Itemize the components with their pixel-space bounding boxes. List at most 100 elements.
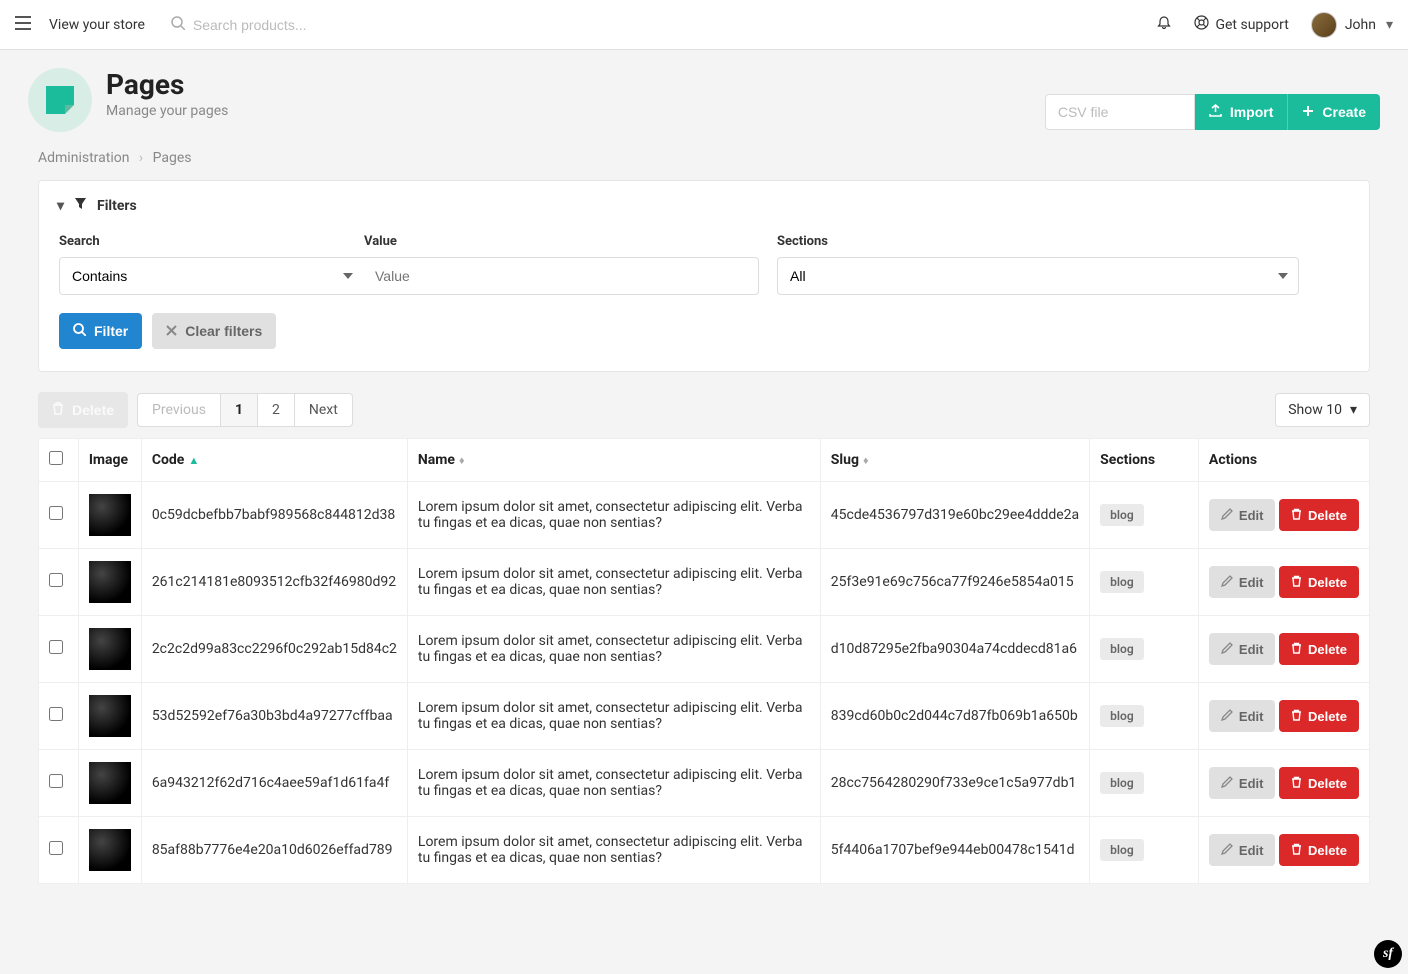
row-thumbnail bbox=[89, 494, 131, 536]
delete-button[interactable]: Delete bbox=[1279, 566, 1359, 598]
filters-title: Filters bbox=[97, 198, 137, 214]
csv-file-input[interactable] bbox=[1045, 94, 1195, 130]
life-ring-icon bbox=[1194, 15, 1209, 34]
page-size-label: Show 10 bbox=[1288, 402, 1342, 418]
page-size-dropdown[interactable]: Show 10 ▾ bbox=[1275, 393, 1370, 427]
pencil-icon bbox=[1221, 843, 1233, 858]
page-next[interactable]: Next bbox=[294, 393, 353, 427]
section-tag: blog bbox=[1100, 571, 1143, 593]
trash-icon bbox=[1291, 776, 1302, 791]
table-row: 261c214181e8093512cfb32f46980d92 Lorem i… bbox=[39, 549, 1370, 616]
trash-icon bbox=[1291, 843, 1302, 858]
row-checkbox[interactable] bbox=[49, 640, 63, 654]
delete-button[interactable]: Delete bbox=[1279, 834, 1359, 866]
user-menu[interactable]: John ▾ bbox=[1311, 12, 1393, 38]
page-1[interactable]: 1 bbox=[220, 393, 258, 427]
pages-table: Image Code▲ Name♦ Slug♦ Sections Actions… bbox=[38, 438, 1370, 884]
filters-toggle[interactable]: ▾ Filters bbox=[39, 181, 1369, 230]
edit-label: Edit bbox=[1239, 709, 1264, 724]
sort-icon: ♦ bbox=[863, 454, 869, 467]
breadcrumb-current: Pages bbox=[153, 150, 192, 166]
select-all-checkbox[interactable] bbox=[49, 451, 63, 465]
create-button[interactable]: Create bbox=[1288, 94, 1380, 130]
page-prev[interactable]: Previous bbox=[137, 393, 221, 427]
edit-label: Edit bbox=[1239, 508, 1264, 523]
edit-button[interactable]: Edit bbox=[1209, 834, 1276, 866]
trash-icon bbox=[1291, 508, 1302, 523]
section-tag: blog bbox=[1100, 504, 1143, 526]
row-code: 6a943212f62d716c4aee59af1d61fa4f bbox=[141, 750, 407, 817]
user-name: John bbox=[1345, 17, 1376, 33]
edit-button[interactable]: Edit bbox=[1209, 499, 1276, 531]
symfony-badge-icon[interactable]: sf bbox=[1374, 940, 1402, 968]
row-checkbox[interactable] bbox=[49, 774, 63, 788]
sections-select[interactable]: All bbox=[777, 257, 1299, 295]
edit-button[interactable]: Edit bbox=[1209, 566, 1276, 598]
row-checkbox[interactable] bbox=[49, 506, 63, 520]
row-checkbox[interactable] bbox=[49, 841, 63, 855]
notifications-icon[interactable] bbox=[1156, 15, 1172, 35]
chevron-right-icon: › bbox=[139, 150, 143, 166]
row-slug: 839cd60b0c2d044c7d87fb069b1a650b bbox=[820, 683, 1089, 750]
edit-label: Edit bbox=[1239, 843, 1264, 858]
pencil-icon bbox=[1221, 709, 1233, 724]
row-slug: d10d87295e2fba90304a74cddecd81a6 bbox=[820, 616, 1089, 683]
search-value-input[interactable] bbox=[363, 257, 759, 295]
filter-button[interactable]: Filter bbox=[59, 313, 142, 349]
edit-button[interactable]: Edit bbox=[1209, 767, 1276, 799]
row-slug: 5f4406a1707bef9e944eb00478c1541d bbox=[820, 817, 1089, 884]
edit-button[interactable]: Edit bbox=[1209, 700, 1276, 732]
row-name: Lorem ipsum dolor sit amet, consectetur … bbox=[407, 482, 820, 549]
trash-icon bbox=[52, 402, 64, 418]
get-support-link[interactable]: Get support bbox=[1194, 15, 1288, 34]
col-name[interactable]: Name♦ bbox=[407, 439, 820, 482]
delete-button[interactable]: Delete bbox=[1279, 700, 1359, 732]
trash-icon bbox=[1291, 575, 1302, 590]
search-type-select[interactable]: Contains bbox=[59, 257, 364, 295]
import-button[interactable]: Import bbox=[1195, 94, 1289, 130]
row-slug: 28cc7564280290f733e9ce1c5a977db1 bbox=[820, 750, 1089, 817]
pencil-icon bbox=[1221, 575, 1233, 590]
row-checkbox[interactable] bbox=[49, 573, 63, 587]
plus-icon bbox=[1302, 104, 1314, 120]
clear-filters-button[interactable]: Clear filters bbox=[152, 313, 276, 349]
col-slug[interactable]: Slug♦ bbox=[820, 439, 1089, 482]
table-row: 0c59dcbefbb7babf989568c844812d38 Lorem i… bbox=[39, 482, 1370, 549]
row-thumbnail bbox=[89, 561, 131, 603]
table-toolbar: Delete Previous 1 2 Next Show 10 ▾ bbox=[38, 392, 1370, 428]
clear-btn-label: Clear filters bbox=[185, 323, 262, 339]
row-name: Lorem ipsum dolor sit amet, consectetur … bbox=[407, 750, 820, 817]
breadcrumb: Administration › Pages bbox=[38, 150, 1380, 166]
menu-toggle-icon[interactable] bbox=[15, 16, 31, 34]
delete-button[interactable]: Delete bbox=[1279, 633, 1359, 665]
delete-button[interactable]: Delete bbox=[1279, 767, 1359, 799]
caret-down-icon: ▾ bbox=[57, 198, 64, 214]
col-image: Image bbox=[78, 439, 141, 482]
search-icon bbox=[73, 323, 86, 339]
page-2[interactable]: 2 bbox=[257, 393, 295, 427]
upload-icon bbox=[1209, 104, 1222, 120]
row-name: Lorem ipsum dolor sit amet, consectetur … bbox=[407, 616, 820, 683]
row-code: 53d52592ef76a30b3bd4a97277cffbaa bbox=[141, 683, 407, 750]
sort-icon: ♦ bbox=[459, 454, 465, 467]
row-checkbox[interactable] bbox=[49, 707, 63, 721]
view-store-link[interactable]: View your store bbox=[49, 17, 145, 33]
sort-asc-icon: ▲ bbox=[188, 454, 199, 467]
create-label: Create bbox=[1322, 104, 1366, 120]
col-code[interactable]: Code▲ bbox=[141, 439, 407, 482]
delete-button[interactable]: Delete bbox=[1279, 499, 1359, 531]
delete-label: Delete bbox=[1308, 776, 1347, 791]
search-icon bbox=[171, 16, 185, 34]
col-sections: Sections bbox=[1090, 439, 1199, 482]
edit-button[interactable]: Edit bbox=[1209, 633, 1276, 665]
close-icon bbox=[166, 323, 177, 339]
product-search-input[interactable] bbox=[193, 17, 373, 33]
value-label: Value bbox=[364, 234, 759, 249]
section-tag: blog bbox=[1100, 638, 1143, 660]
row-code: 85af88b7776e4e20a10d6026effad789 bbox=[141, 817, 407, 884]
search-label: Search bbox=[59, 234, 364, 249]
bulk-delete-label: Delete bbox=[72, 402, 114, 418]
caret-down-icon: ▾ bbox=[1386, 17, 1393, 33]
breadcrumb-admin[interactable]: Administration bbox=[38, 150, 129, 166]
bulk-delete-button: Delete bbox=[38, 392, 128, 428]
